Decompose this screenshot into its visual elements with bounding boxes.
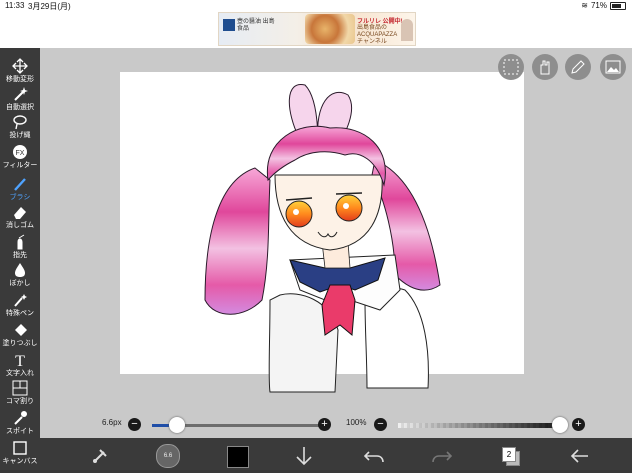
tool-finger[interactable]: 指先 <box>0 234 40 260</box>
opacity-plus-button[interactable]: + <box>572 418 585 431</box>
tool-label: 文字入れ <box>6 370 34 377</box>
tool-label: ぼかし <box>9 280 31 287</box>
frame-divide-icon <box>12 380 28 396</box>
special-pen-icon <box>14 294 27 307</box>
tool-label: コマ割り <box>6 398 34 405</box>
fill-bucket-icon <box>15 324 27 336</box>
tool-label: 塗りつぶし <box>2 340 38 347</box>
brush-size-minus-button[interactable]: − <box>128 418 141 431</box>
back-arrow-icon[interactable] <box>568 444 592 468</box>
brush-settings-icon[interactable] <box>88 444 112 468</box>
tool-move[interactable]: 移動変形 <box>0 58 40 84</box>
tool-eyedropper[interactable]: スポイト <box>0 410 40 436</box>
tool-label: 消しゴム <box>6 222 34 229</box>
eyedropper-icon <box>14 411 27 425</box>
finger-icon <box>17 234 25 250</box>
move-icon <box>12 58 28 74</box>
opacity-knob[interactable] <box>552 417 568 433</box>
undo-icon[interactable] <box>362 444 386 468</box>
tool-label: 特殊ペン <box>6 310 34 317</box>
redo-icon[interactable] <box>430 444 454 468</box>
magic-wand-icon <box>14 87 28 101</box>
tool-brush[interactable]: ブラシ <box>0 176 40 202</box>
tool-filter-fx[interactable]: FX フィルター <box>0 144 40 170</box>
blur-drop-icon <box>15 263 25 277</box>
tool-label: キャンバス <box>2 458 38 465</box>
hand-icon <box>540 60 550 75</box>
tool-label: 自動選択 <box>6 104 34 111</box>
svg-text:FX: FX <box>16 150 25 157</box>
pencil-icon <box>571 60 585 74</box>
tool-frame-divide[interactable]: コマ割り <box>0 380 40 406</box>
tool-label: 指先 <box>13 252 27 259</box>
tool-magic-wand[interactable]: 自動選択 <box>0 86 40 112</box>
tool-blur-drop[interactable]: ぼかし <box>0 262 40 288</box>
dashed-select-icon <box>503 59 519 75</box>
svg-text:T: T <box>15 353 25 368</box>
tool-label: フィルター <box>2 162 38 169</box>
tool-eraser[interactable]: 消しゴム <box>0 204 40 230</box>
slider-row: 6.6px − + 100% − + <box>40 414 632 436</box>
brush-size-knob[interactable] <box>169 417 186 433</box>
layers-button[interactable]: 2 <box>502 447 516 462</box>
tool-fill-bucket[interactable]: 塗りつぶし <box>0 322 40 348</box>
selection-toggle-button[interactable] <box>498 54 524 80</box>
tool-canvas[interactable]: キャンバス <box>0 440 40 466</box>
pen-mode-button[interactable] <box>565 54 591 80</box>
hand-tool-button[interactable] <box>532 54 558 80</box>
tool-text[interactable]: T 文字入れ <box>0 352 40 378</box>
tool-sidebar: 移動変形自動選択投げ縄 FX フィルターブラシ消しゴム指先ぼかし特殊ペン塗りつぶし T… <box>0 48 40 473</box>
lasso-icon <box>13 115 27 130</box>
eraser-icon <box>14 207 26 219</box>
brush-size-plus-button[interactable]: + <box>318 418 331 431</box>
bottom-bar: 6.6 2 <box>40 438 632 473</box>
tool-label: 移動変形 <box>6 76 34 83</box>
brush-icon <box>14 178 26 191</box>
opacity-value: 100% <box>346 418 367 427</box>
brush-size-value: 6.6px <box>102 418 122 427</box>
opacity-minus-button[interactable]: − <box>374 418 387 431</box>
image-button[interactable] <box>600 54 626 80</box>
tool-special-pen[interactable]: 特殊ペン <box>0 292 40 318</box>
brush-preview[interactable]: 6.6 <box>156 444 180 468</box>
tool-label: ブラシ <box>9 194 31 201</box>
canvas-icon <box>13 441 27 455</box>
filter-fx-icon: FX <box>13 145 27 159</box>
tool-label: 投げ縄 <box>9 132 31 139</box>
tool-lasso[interactable]: 投げ縄 <box>0 114 40 140</box>
down-arrow-icon[interactable] <box>292 444 316 468</box>
image-icon <box>605 60 621 74</box>
text-icon: T <box>15 353 25 368</box>
current-color-swatch[interactable] <box>227 446 249 468</box>
tool-label: スポイト <box>6 428 34 435</box>
opacity-track[interactable] <box>398 423 560 428</box>
